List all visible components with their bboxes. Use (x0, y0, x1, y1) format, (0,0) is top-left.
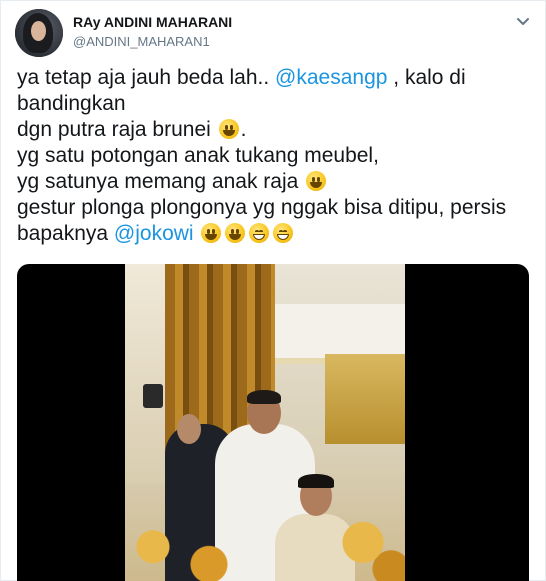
tweet-card: RAy ANDINI MAHARANI @ANDINI_MAHARAN1 ya … (0, 0, 546, 581)
mention-jokowi[interactable]: @jokowi (114, 222, 194, 245)
user-handle[interactable]: @ANDINI_MAHARAN1 (73, 33, 232, 51)
video-frame (125, 264, 405, 581)
tweet-line-5: yg satunya memang anak raja (17, 169, 531, 195)
grinning-face-icon (201, 223, 222, 243)
chevron-down-icon[interactable] (515, 13, 531, 29)
tweet-line-1: ya tetap aja jauh beda lah.. @kaesangp ,… (17, 66, 466, 89)
video-player[interactable] (17, 264, 529, 581)
grinning-face-with-smiling-eyes-icon (273, 223, 294, 243)
tweet-line-6: gestur plonga plongonya yg nggak bisa di… (17, 196, 507, 219)
tweet-line-7: bapaknya @jokowi (17, 221, 531, 247)
author-names[interactable]: RAy ANDINI MAHARANI @ANDINI_MAHARAN1 (73, 13, 232, 51)
grinning-face-icon (225, 223, 246, 243)
grinning-face-icon (218, 119, 239, 139)
mention-kaesangp[interactable]: @kaesangp (275, 66, 387, 89)
avatar[interactable] (15, 9, 63, 57)
tweet-line-2: bandingkan (17, 92, 126, 115)
display-name[interactable]: RAy ANDINI MAHARANI (73, 13, 232, 31)
tweet-text: ya tetap aja jauh beda lah.. @kaesangp ,… (17, 65, 531, 247)
tweet-header: RAy ANDINI MAHARANI @ANDINI_MAHARAN1 (15, 9, 535, 59)
grinning-face-icon (306, 171, 327, 191)
grinning-face-with-smiling-eyes-icon (249, 223, 270, 243)
tweet-line-4: yg satu potongan anak tukang meubel, (17, 144, 379, 167)
tweet-line-3: dgn putra raja brunei . (17, 118, 247, 141)
